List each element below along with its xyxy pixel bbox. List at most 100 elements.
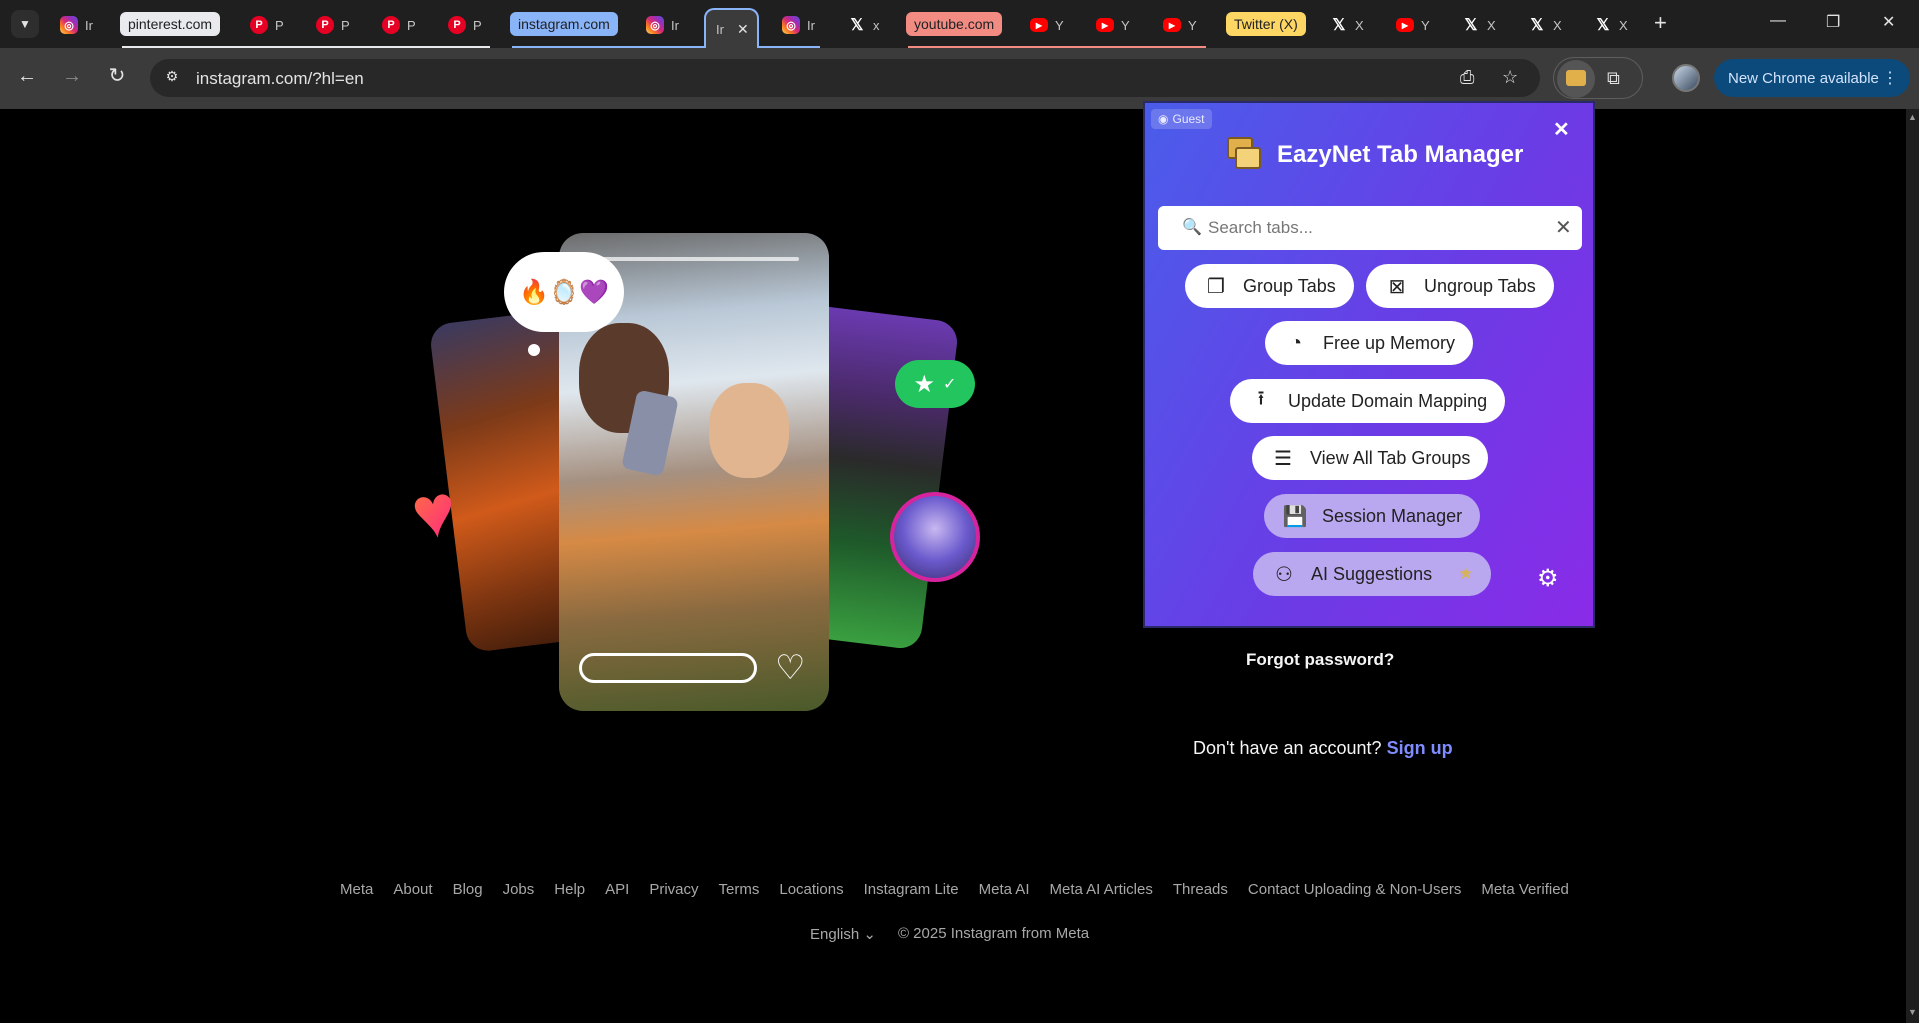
x-icon: 𝕏 — [1332, 17, 1346, 34]
arrow-left-icon: ← — [17, 65, 37, 87]
tab-instagram[interactable]: ◎ Ir — [50, 10, 93, 40]
tab-group-chip-youtube[interactable]: youtube.com — [906, 12, 1003, 36]
address-text[interactable]: instagram.com/?hl=en — [196, 69, 364, 89]
tab-group-chip-twitter[interactable]: Twitter (X) — [1226, 12, 1306, 36]
tab-pinterest[interactable]: P P — [372, 10, 416, 40]
tab-search-menu-button[interactable]: ▼ — [11, 10, 39, 38]
guest-badge: ◉ Guest — [1151, 109, 1212, 129]
search-tabs-input[interactable] — [1208, 214, 1538, 242]
heart-outline-icon: ♡ — [775, 649, 806, 687]
puzzle-icon: ⧉ — [1607, 68, 1620, 88]
sign-up-link[interactable]: Sign up — [1387, 738, 1453, 758]
back-button[interactable]: ← — [15, 64, 39, 88]
scroll-up-icon[interactable]: ▲ — [1908, 112, 1917, 122]
footer-link-blog[interactable]: Blog — [453, 881, 483, 898]
photo-person — [709, 383, 789, 478]
close-tab-icon[interactable]: ✕ — [737, 21, 749, 38]
tab-pinterest[interactable]: P P — [438, 10, 482, 40]
tab-title: Ir — [807, 17, 815, 33]
footer-link-terms[interactable]: Terms — [719, 881, 760, 898]
language-label: English — [810, 926, 860, 943]
scroll-down-icon[interactable]: ▼ — [1908, 1007, 1917, 1017]
save-disk-icon: 💾 — [1282, 505, 1308, 528]
upload-icon: ⭱ — [1257, 388, 1265, 410]
eazynet-icon — [1566, 70, 1586, 86]
new-tab-button[interactable]: + — [1654, 12, 1667, 34]
instagram-icon: ◎ — [60, 16, 78, 34]
list-icon: ☰ — [1274, 447, 1292, 470]
language-select[interactable]: English ⌄ — [810, 925, 876, 943]
footer-link-help[interactable]: Help — [554, 881, 585, 898]
group-tabs-button[interactable]: ❐ Group Tabs — [1185, 264, 1354, 308]
install-app-icon[interactable]: ⎙ — [1460, 67, 1474, 88]
address-bar[interactable]: ⚙ instagram.com/?hl=en ⎙ ☆ — [150, 59, 1540, 97]
star-check-badge: ★ ✓ — [895, 360, 975, 408]
pinterest-icon: P — [316, 16, 334, 34]
footer-link-meta-verified[interactable]: Meta Verified — [1481, 881, 1569, 898]
session-manager-button[interactable]: 💾 Session Manager — [1264, 494, 1481, 538]
tab-title: X — [1553, 17, 1562, 33]
footer-link-instagram-lite[interactable]: Instagram Lite — [864, 881, 959, 898]
footer-link-meta-ai-articles[interactable]: Meta AI Articles — [1049, 881, 1152, 898]
tab-youtube[interactable]: ▶ Y — [1086, 10, 1130, 40]
star-icon: ★ — [1458, 564, 1474, 583]
footer-link-meta[interactable]: Meta — [340, 881, 373, 898]
minimize-button[interactable]: — — [1770, 12, 1786, 30]
tab-youtube[interactable]: ▶ Y — [1020, 10, 1064, 40]
forgot-password-link[interactable]: Forgot password? — [1246, 650, 1394, 670]
emoji-reactions: 🔥🪞💜 — [519, 278, 609, 306]
free-up-memory-button[interactable]: ◔ Free up Memory — [1265, 321, 1474, 365]
settings-gear-button[interactable]: ⚙ — [1537, 564, 1559, 593]
tab-youtube[interactable]: ▶ Y — [1153, 10, 1197, 40]
tab-group-chip-instagram[interactable]: instagram.com — [510, 12, 618, 36]
site-settings-icon[interactable]: ⚙ — [162, 68, 182, 88]
footer-link-jobs[interactable]: Jobs — [503, 881, 535, 898]
clear-search-icon[interactable]: ✕ — [1555, 215, 1572, 240]
ai-suggestions-button[interactable]: ⚇ AI Suggestions ★ — [1253, 552, 1492, 596]
tab-pinterest[interactable]: P P — [240, 10, 284, 40]
tab-title: Ir — [85, 17, 93, 33]
ai-brain-icon: ⚇ — [1275, 563, 1293, 586]
restore-icon: ❐ — [1826, 14, 1841, 31]
footer-link-about[interactable]: About — [393, 881, 432, 898]
story-progress-bar — [599, 257, 799, 261]
ungroup-tabs-button[interactable]: ⊠ Ungroup Tabs — [1366, 264, 1554, 308]
tab-x[interactable]: 𝕏 X — [1584, 10, 1628, 40]
x-icon: 𝕏 — [1464, 17, 1478, 34]
footer-link-privacy[interactable]: Privacy — [649, 881, 698, 898]
tab-title: Y — [1188, 17, 1197, 33]
update-domain-mapping-button[interactable]: ⭱ Update Domain Mapping — [1230, 379, 1506, 423]
reload-button[interactable]: ↻ — [105, 64, 129, 88]
footer-link-meta-ai[interactable]: Meta AI — [979, 881, 1030, 898]
close-window-button[interactable]: ✕ — [1882, 12, 1895, 32]
tab-title: P — [407, 17, 416, 33]
page-scrollbar[interactable]: ▲ ▼ — [1906, 109, 1919, 1023]
tab-x[interactable]: 𝕏 X — [1452, 10, 1496, 40]
footer-link-locations[interactable]: Locations — [779, 881, 843, 898]
view-all-tab-groups-button[interactable]: ☰ View All Tab Groups — [1252, 436, 1489, 480]
tab-group-chip-pinterest[interactable]: pinterest.com — [120, 12, 221, 36]
more-vertical-icon[interactable]: ⋮ — [1882, 68, 1898, 88]
tab-x[interactable]: 𝕏 X — [1320, 10, 1364, 40]
plus-icon: + — [1654, 10, 1667, 35]
popup-close-button[interactable]: ✕ — [1553, 117, 1570, 142]
tab-x[interactable]: 𝕏 x — [838, 10, 880, 40]
tab-instagram[interactable]: ◎ Ir — [772, 10, 815, 40]
footer-link-contact-uploading[interactable]: Contact Uploading & Non-Users — [1248, 881, 1461, 898]
eazynet-extension-button[interactable] — [1557, 60, 1595, 98]
tab-x[interactable]: 𝕏 X — [1518, 10, 1562, 40]
tab-instagram[interactable]: ◎ Ir — [636, 10, 679, 40]
bookmark-star-icon[interactable]: ☆ — [1502, 67, 1518, 88]
new-chrome-available-button[interactable]: New Chrome available ⋮ — [1714, 59, 1910, 97]
tab-instagram-active[interactable]: Ir ✕ — [704, 8, 759, 48]
check-icon: ✓ — [943, 376, 957, 393]
restore-button[interactable]: ❐ — [1826, 12, 1840, 32]
tab-pinterest[interactable]: P P — [306, 10, 350, 40]
tab-youtube[interactable]: ▶ Y — [1386, 10, 1430, 40]
footer-link-threads[interactable]: Threads — [1173, 881, 1228, 898]
footer-link-api[interactable]: API — [605, 881, 629, 898]
tab-title: Y — [1421, 17, 1430, 33]
forward-button[interactable]: → — [60, 64, 84, 88]
profile-avatar[interactable] — [1672, 64, 1700, 92]
extensions-puzzle-button[interactable]: ⧉ — [1607, 68, 1620, 89]
